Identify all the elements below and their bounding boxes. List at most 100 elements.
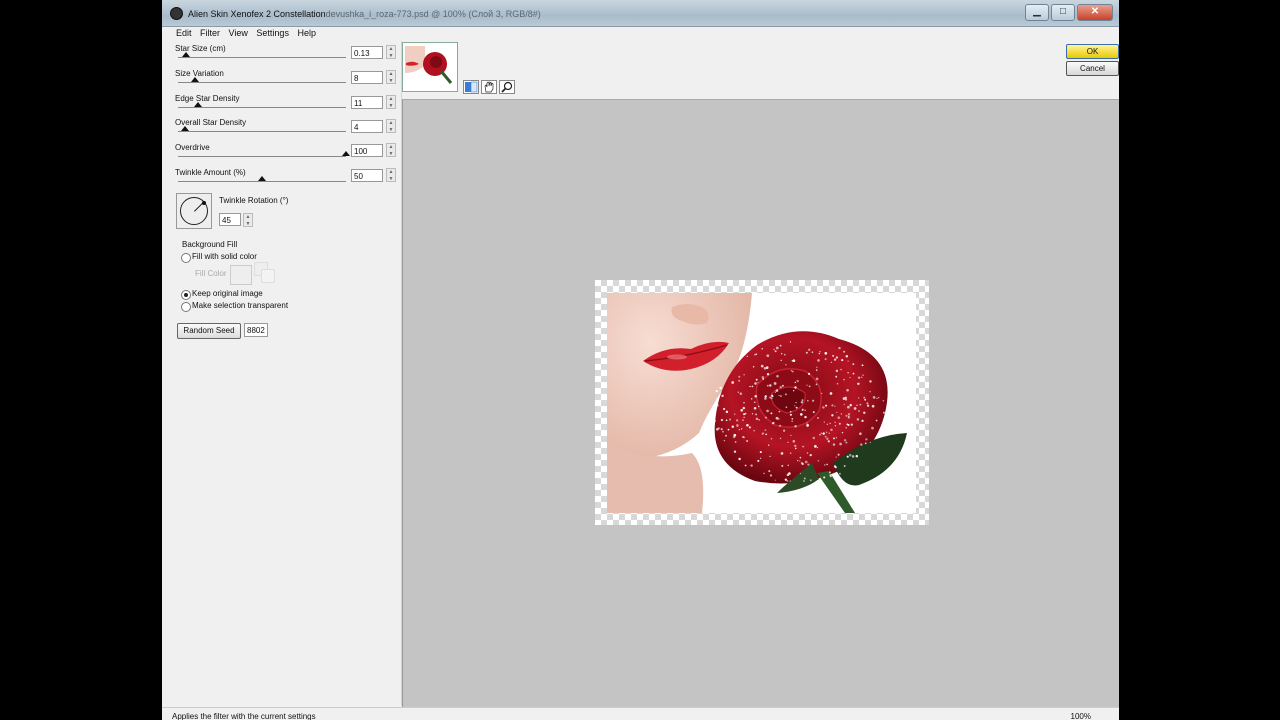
twinkle-amount-slider[interactable] [258, 176, 266, 181]
make-transparent-radio[interactable] [181, 302, 191, 312]
sparkle-star [817, 417, 819, 419]
edge-density-label: Edge Star Density [175, 94, 240, 103]
twinkle-rotation-dial[interactable] [176, 193, 212, 229]
fill-color-swatch[interactable] [230, 265, 252, 285]
sparkle-star [799, 456, 802, 459]
close-button[interactable]: ✕ [1077, 4, 1113, 21]
sparkle-star [828, 432, 830, 434]
overdrive-spinner[interactable]: ▲ ▼ [386, 143, 396, 157]
sparkle-star [861, 419, 864, 423]
sparkle-star [845, 398, 848, 401]
preview-thumbnail[interactable] [402, 42, 458, 92]
sparkle-star [740, 408, 744, 412]
hand-icon[interactable] [481, 80, 497, 94]
sparkle-star [792, 359, 796, 363]
sparkle-star [723, 439, 726, 442]
sparkle-star [846, 423, 849, 426]
preview-canvas[interactable] [595, 280, 929, 525]
menu-view[interactable]: View [229, 27, 248, 38]
edge-density-slider[interactable] [194, 101, 203, 107]
sparkle-star [762, 432, 765, 435]
star-size-track[interactable] [178, 57, 346, 58]
twinkle-amount-spinner[interactable]: ▲ ▼ [386, 168, 396, 182]
sparkle-star [835, 437, 838, 439]
fill-solid-radio[interactable] [181, 253, 191, 263]
sparkle-star [816, 366, 818, 368]
menu-help[interactable]: Help [297, 27, 316, 38]
fill-solid-label[interactable]: Fill with solid color [192, 252, 257, 261]
cancel-button[interactable]: Cancel [1066, 61, 1119, 76]
sparkle-star [764, 429, 767, 432]
edge-density-track[interactable] [178, 107, 346, 108]
menu-settings[interactable]: Settings [256, 27, 289, 38]
maximize-button[interactable]: □ [1051, 4, 1075, 21]
sparkle-star [755, 413, 758, 416]
overall-density-track[interactable] [178, 131, 346, 132]
sparkle-star [807, 372, 811, 376]
sparkle-star [755, 417, 759, 421]
sparkle-star [799, 472, 802, 475]
sparkle-star [734, 413, 736, 415]
sparkle-star [851, 455, 855, 458]
menu-filter[interactable]: Filter [200, 27, 220, 38]
sparkle-star [829, 422, 831, 425]
dial-handle[interactable] [202, 201, 206, 205]
sparkle-star [786, 473, 790, 477]
sparkle-star [852, 372, 855, 375]
overall-density-input[interactable]: 4 [351, 120, 383, 133]
sparkle-star [845, 414, 848, 417]
size-variation-slider[interactable] [190, 76, 199, 82]
sparkle-star [856, 418, 860, 421]
sparkle-star [744, 412, 747, 415]
sparkle-star [882, 411, 886, 414]
sparkle-star [774, 391, 776, 394]
zoom-icon[interactable] [499, 80, 515, 94]
sparkle-star [770, 412, 773, 415]
sparkle-star [833, 465, 837, 468]
sparkle-star [872, 396, 876, 399]
sparkle-star [861, 376, 863, 379]
ok-button[interactable]: OK [1066, 44, 1119, 59]
size-variation-track[interactable] [178, 82, 346, 83]
star-size-input[interactable]: 0.13 [351, 46, 383, 59]
sparkle-star [783, 353, 786, 356]
twinkle-rotation-spinner[interactable]: ▲ ▼ [243, 213, 253, 227]
sparkle-star [826, 423, 829, 426]
twinkle-amount-input[interactable]: 50 [351, 169, 383, 182]
sparkle-star [794, 425, 797, 428]
make-transparent-label[interactable]: Make selection transparent [192, 301, 288, 310]
overdrive-slider[interactable] [342, 151, 350, 157]
overall-density-spinner[interactable]: ▲ ▼ [386, 119, 396, 133]
sparkle-star [780, 359, 782, 362]
twinkle-rotation-input[interactable]: 45 [219, 213, 241, 226]
random-seed-button[interactable]: Random Seed [177, 323, 241, 339]
sparkle-star [753, 401, 756, 404]
menu-edit[interactable]: Edit [176, 27, 192, 38]
star-size-slider[interactable] [182, 52, 191, 57]
overdrive-input[interactable]: 100 [351, 144, 383, 157]
preview-area[interactable] [402, 99, 1119, 707]
sparkle-star [785, 406, 788, 409]
star-size-spinner[interactable]: ▲ ▼ [386, 45, 396, 59]
title-bar[interactable]: Alien Skin Xenofex 2 Constellationdevush… [162, 0, 1119, 27]
sparkle-star [859, 403, 862, 406]
twinkle-amount-track[interactable] [178, 181, 346, 182]
compare-icon[interactable] [463, 80, 479, 94]
keep-original-radio[interactable] [181, 290, 191, 300]
size-variation-spinner[interactable]: ▲ ▼ [386, 70, 396, 84]
sparkle-star [832, 443, 836, 446]
edge-density-input[interactable]: 11 [351, 96, 383, 109]
edge-density-spinner[interactable]: ▲ ▼ [386, 95, 396, 109]
keep-original-label[interactable]: Keep original image [192, 289, 263, 298]
overall-density-slider[interactable] [180, 126, 189, 132]
random-seed-input[interactable]: 8802 [244, 323, 268, 337]
sparkle-star [861, 364, 864, 367]
sparkle-star [791, 418, 794, 420]
sparkle-star [865, 438, 868, 441]
minimize-button[interactable]: ▁ [1025, 4, 1049, 21]
sparkle-star [824, 358, 827, 361]
sparkle-star [755, 378, 758, 381]
overdrive-track[interactable] [178, 156, 346, 157]
menu-bar: Edit Filter View Settings Help [162, 27, 402, 41]
size-variation-input[interactable]: 8 [351, 71, 383, 84]
